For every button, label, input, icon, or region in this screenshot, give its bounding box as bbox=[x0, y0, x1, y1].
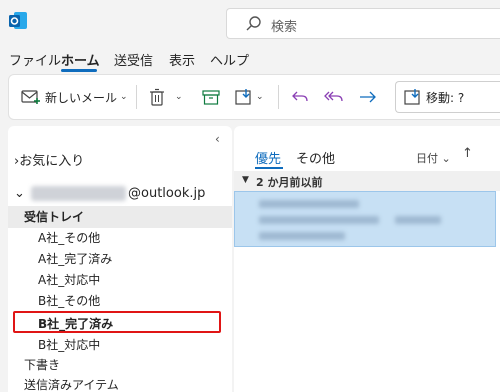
search-icon bbox=[246, 16, 261, 31]
folder-a-in-progress[interactable]: A社_対応中 bbox=[38, 271, 100, 288]
folder-drafts[interactable]: 下書き bbox=[24, 356, 60, 373]
sort-direction-icon[interactable]: ↑ bbox=[462, 146, 473, 161]
divider bbox=[136, 85, 137, 109]
folder-inbox[interactable]: 受信トレイ bbox=[24, 208, 84, 225]
reply-icon bbox=[292, 91, 308, 102]
move-to-label: 移動: ? bbox=[426, 90, 465, 105]
divider bbox=[278, 85, 279, 109]
chevron-down-icon[interactable]: ⌄ bbox=[256, 92, 264, 102]
redacted-date bbox=[395, 216, 441, 224]
redacted-preview bbox=[259, 232, 345, 240]
search-box[interactable]: 検索 bbox=[226, 8, 500, 39]
folder-b-in-progress[interactable]: B社_対応中 bbox=[38, 336, 100, 353]
ribbon-tabs: ファイル ホーム 送受信 表示 ヘルプ bbox=[0, 48, 500, 72]
title-bar: 検索 bbox=[0, 0, 500, 44]
move-folder-icon bbox=[404, 89, 420, 105]
reply-all-icon bbox=[324, 91, 343, 102]
archive-button[interactable] bbox=[202, 75, 220, 119]
move-folder-icon bbox=[235, 89, 251, 105]
favorites-section[interactable]: ›お気に入り bbox=[14, 150, 84, 169]
group-header-label: 2 か月前以前 bbox=[256, 176, 323, 189]
tab-other[interactable]: その他 bbox=[296, 148, 335, 167]
chevron-down-icon: ⌄ bbox=[441, 152, 451, 165]
folder-a-other[interactable]: A社_その他 bbox=[38, 229, 100, 246]
archive-icon bbox=[202, 90, 220, 105]
folder-a-done[interactable]: A社_完了済み bbox=[38, 250, 112, 267]
delete-button[interactable]: ⌄ bbox=[149, 75, 183, 119]
group-header[interactable]: ▼ 2 か月前以前 bbox=[234, 171, 500, 191]
tab-send-receive[interactable]: 送受信 bbox=[114, 50, 153, 69]
focused-tab-indicator bbox=[255, 167, 283, 169]
tab-home[interactable]: ホーム bbox=[61, 50, 100, 69]
tab-help[interactable]: ヘルプ bbox=[210, 50, 249, 69]
sort-dropdown[interactable]: 日付 ⌄ bbox=[416, 150, 451, 166]
trash-icon bbox=[150, 88, 164, 106]
outlook-logo-icon bbox=[9, 12, 27, 29]
tab-view[interactable]: 表示 bbox=[169, 50, 195, 69]
highlight-annotation bbox=[13, 311, 221, 333]
ribbon-toolbar: 新しいメール ⌄ ⌄ ⌄ 移動: ? bbox=[8, 74, 500, 120]
message-item[interactable] bbox=[234, 191, 496, 247]
folder-b-other[interactable]: B社_その他 bbox=[38, 292, 100, 309]
move-to-folder-button[interactable]: ⌄ bbox=[235, 75, 264, 119]
account-header[interactable]: ⌄ NEC_user1234@outlook.jp bbox=[14, 186, 205, 201]
tab-focused[interactable]: 優先 bbox=[255, 148, 281, 167]
redacted-subject bbox=[259, 216, 379, 224]
favorites-label: お気に入り bbox=[19, 154, 85, 169]
chevron-down-icon[interactable]: ⌄ bbox=[175, 92, 183, 102]
forward-icon bbox=[360, 91, 376, 103]
search-placeholder: 検索 bbox=[271, 20, 298, 35]
chevron-down-icon: ▼ bbox=[242, 175, 249, 185]
reply-button[interactable] bbox=[291, 75, 309, 119]
active-tab-indicator bbox=[61, 69, 97, 72]
chevron-down-icon: ⌄ bbox=[14, 186, 25, 201]
folder-pane: ‹ ›お気に入り ⌄ NEC_user1234@outlook.jp 受信トレイ… bbox=[8, 126, 232, 392]
new-mail-label: 新しいメール bbox=[45, 90, 118, 105]
sort-label: 日付 bbox=[416, 152, 438, 165]
chevron-down-icon[interactable]: ⌄ bbox=[120, 92, 128, 102]
new-mail-button[interactable]: 新しいメール ⌄ bbox=[21, 75, 128, 119]
new-mail-icon bbox=[21, 90, 40, 104]
redacted-sender bbox=[259, 200, 359, 208]
redacted-account-name: NEC_user1234 bbox=[31, 186, 127, 201]
forward-button[interactable] bbox=[359, 75, 377, 119]
folder-sent[interactable]: 送信済みアイテム bbox=[24, 376, 119, 392]
collapse-pane-icon[interactable]: ‹ bbox=[215, 132, 220, 146]
account-suffix: @outlook.jp bbox=[128, 186, 206, 201]
move-to-dropdown[interactable]: 移動: ? bbox=[395, 81, 500, 113]
reply-all-button[interactable] bbox=[324, 75, 344, 119]
message-list: 優先 その他 日付 ⌄ ↑ ▼ 2 か月前以前 bbox=[234, 126, 500, 392]
tab-file[interactable]: ファイル bbox=[9, 50, 61, 69]
